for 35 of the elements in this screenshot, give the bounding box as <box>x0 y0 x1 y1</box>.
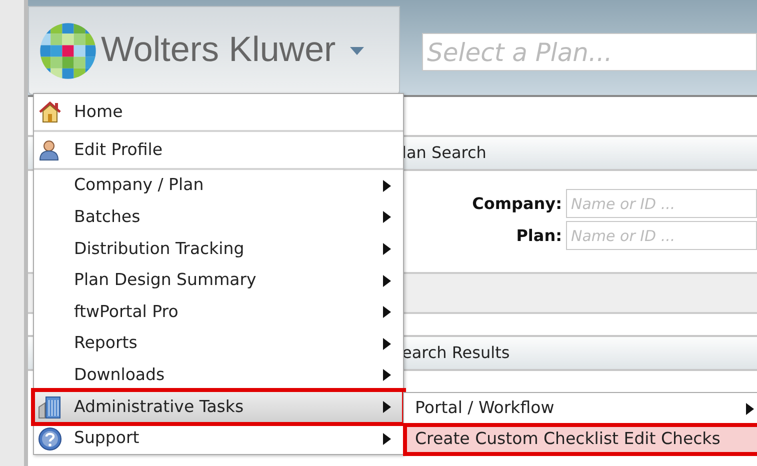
menu-item[interactable]: Support <box>34 422 403 454</box>
menu-item[interactable]: Administrative Tasks <box>34 391 403 423</box>
input-field[interactable]: Name or ID ... <box>566 189 757 218</box>
menu-item[interactable]: Plan Design Summary <box>34 264 403 296</box>
menu-item[interactable]: Distribution Tracking <box>34 233 403 265</box>
submenu-arrow-icon <box>383 338 391 350</box>
menu-item[interactable]: ftwPortal Pro <box>34 296 403 328</box>
brand-name: Wolters Kluwer <box>101 29 336 72</box>
logo-icon <box>39 22 97 80</box>
menu-item[interactable]: Home <box>34 94 403 132</box>
menu-item[interactable]: Downloads <box>34 360 403 392</box>
field-label: Plan: <box>515 224 563 246</box>
submenu-arrow-icon <box>383 274 391 287</box>
field-label: Company: <box>471 192 563 214</box>
section-title: earch Results <box>402 342 510 364</box>
menu-item[interactable]: Company / Plan <box>34 170 403 202</box>
submenu-arrow-icon <box>383 369 391 382</box>
caret-icon[interactable] <box>350 46 364 54</box>
menu-item[interactable]: Batches <box>34 202 403 234</box>
submenu-arrow-icon <box>383 306 391 318</box>
help-icon <box>38 426 62 451</box>
submenu-arrow-icon <box>383 211 391 224</box>
plan-select-field[interactable]: Select a Plan... <box>422 33 757 71</box>
input-field[interactable]: Name or ID ... <box>566 221 757 250</box>
menu-item[interactable]: Edit Profile <box>34 132 403 170</box>
submenu-arrow-icon <box>746 402 754 414</box>
submenu-item[interactable]: Portal / Workflow <box>404 393 757 424</box>
submenu-arrow-icon <box>383 400 391 413</box>
submenu-item[interactable]: Create Custom Checklist Edit Checks <box>404 424 757 455</box>
house-icon <box>38 101 62 123</box>
person-icon <box>38 139 60 161</box>
submenu-arrow-icon <box>383 242 391 255</box>
submenu-arrow-icon <box>383 432 391 445</box>
menu-item[interactable]: Reports <box>34 328 403 360</box>
submenu-arrow-icon <box>383 180 391 192</box>
